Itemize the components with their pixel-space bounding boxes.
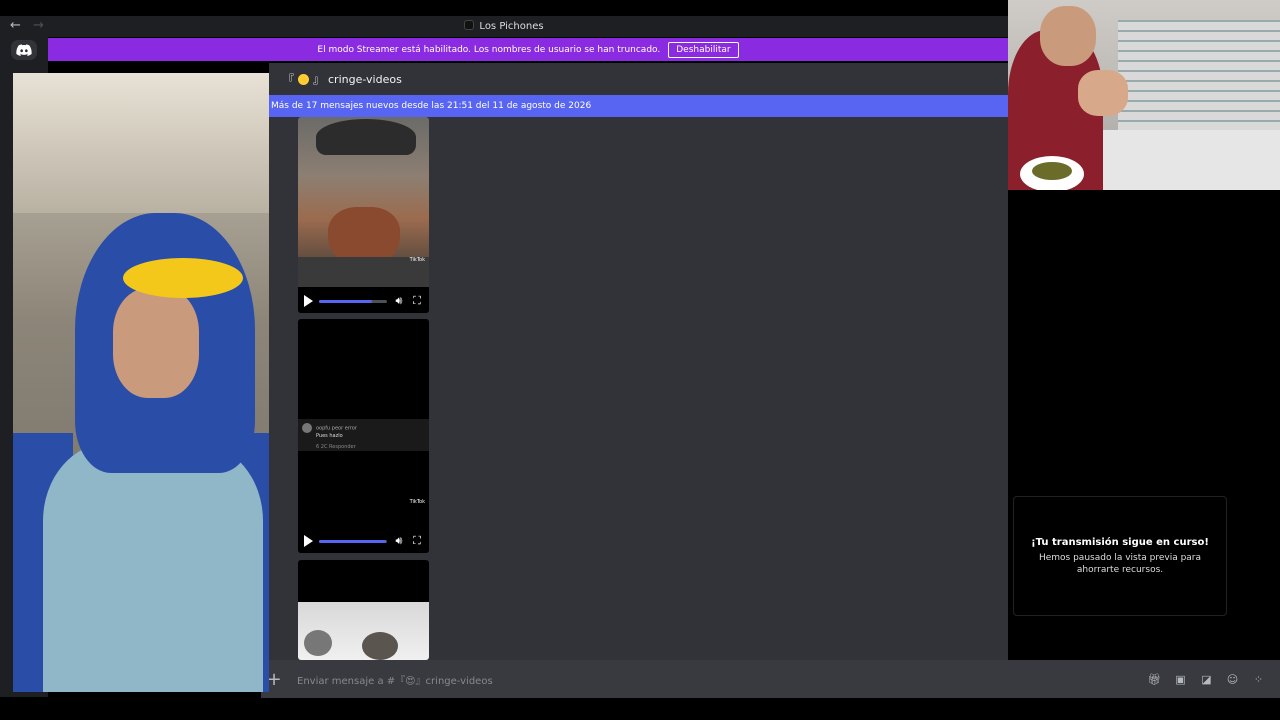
video-controls: 🔊︎ ⛶: [298, 529, 429, 553]
tiktok-watermark: TikTok: [409, 257, 425, 263]
play-icon[interactable]: [304, 295, 313, 307]
video-thumbnail: [298, 602, 429, 660]
streamer-mode-banner: El modo Streamer está habilitado. Los no…: [48, 38, 1008, 61]
gift-icon[interactable]: 🎁︎: [1147, 672, 1162, 687]
discord-home-icon[interactable]: [11, 40, 37, 60]
channel-suffix: 』: [313, 73, 324, 86]
video-progress-bar[interactable]: [319, 299, 387, 303]
banner-message: El modo Streamer está habilitado. Los no…: [317, 44, 661, 55]
disable-streamer-mode-button[interactable]: Deshabilitar: [668, 41, 739, 58]
heart-eyes-emoji-icon: [298, 73, 309, 85]
person-face: [113, 288, 199, 398]
comment-text: Pues hazlo: [316, 433, 343, 439]
sticker-icon[interactable]: ◪: [1199, 672, 1214, 687]
fullscreen-icon[interactable]: ⛶: [411, 295, 423, 307]
stream-notice-title: ¡Tu transmisión sigue en curso!: [1031, 536, 1209, 548]
emoji-icon[interactable]: ☺: [1225, 672, 1240, 687]
video-progress-bar[interactable]: [319, 539, 387, 543]
video-progress-fill: [319, 539, 386, 543]
bowl: [1020, 156, 1084, 190]
video-controls: 🔊︎ ⛶: [298, 289, 429, 313]
comment-author: oopfu peor error: [316, 425, 357, 432]
message-input[interactable]: Enviar mensaje a #『😍』cringe-videos: [297, 672, 493, 687]
composer-tools: 🎁︎ ▣ ◪ ☺ ⁘: [1147, 672, 1280, 687]
cat-shape: [362, 632, 398, 660]
message-composer: + Enviar mensaje a #『😍』cringe-videos 🎁︎ …: [261, 660, 1280, 698]
video-attachment[interactable]: TikTok 🔊︎ ⛶: [298, 117, 429, 313]
comment-meta: 6 2C Responder: [316, 444, 356, 450]
fullscreen-icon[interactable]: ⛶: [411, 535, 423, 547]
new-messages-bar[interactable]: Más de 17 mensajes nuevos desde las 21:5…: [269, 95, 1008, 117]
cat-shape: [304, 630, 332, 656]
video-comment: oopfu peor error Pues hazlo 6 2C Respond…: [298, 419, 429, 451]
volume-icon[interactable]: 🔊︎: [393, 535, 405, 547]
background-shelf: [13, 73, 269, 213]
background-sofa: [1118, 20, 1280, 140]
server-name: Los Pichones: [479, 21, 544, 32]
avatar: [302, 423, 312, 433]
discord-logo-icon: [16, 44, 32, 56]
webcam-overlay-right: [1008, 0, 1280, 190]
tiktok-watermark: TikTok: [409, 499, 425, 505]
stream-paused-notice: ¡Tu transmisión sigue en curso! Hemos pa…: [1013, 496, 1227, 616]
video-attachment[interactable]: oopfu peor error Pues hazlo 6 2C Respond…: [298, 319, 429, 553]
video-progress-fill: [319, 299, 373, 303]
play-icon[interactable]: [304, 535, 313, 547]
gif-icon[interactable]: ▣: [1173, 672, 1188, 687]
waving-hand: [1078, 70, 1128, 116]
server-title: Los Pichones: [0, 20, 1008, 32]
chat-area: 『 』 cringe-videos Más de 17 mensajes nue…: [269, 63, 1008, 698]
title-bar: ← → Los Pichones: [0, 16, 1008, 37]
volume-icon[interactable]: 🔊︎: [393, 295, 405, 307]
person-head: [1040, 6, 1096, 66]
channel-header: 『 』 cringe-videos: [269, 63, 1008, 95]
app-root: ← → Los Pichones El modo Streamer está h…: [0, 0, 1280, 720]
stream-notice-body: Hemos pausado la vista previa para ahorr…: [1038, 552, 1202, 575]
channel-prefix: 『: [283, 73, 294, 86]
apps-icon[interactable]: ⁘: [1251, 672, 1266, 687]
webcam-overlay-left: [13, 73, 269, 692]
server-icon: [464, 20, 475, 30]
cap-shape: [316, 119, 416, 155]
costume-beak: [123, 258, 243, 298]
channel-name: cringe-videos: [328, 72, 402, 86]
costume-body: [43, 443, 263, 692]
new-messages-text: Más de 17 mensajes nuevos desde las 21:5…: [271, 101, 592, 111]
video-attachment[interactable]: [298, 560, 429, 660]
